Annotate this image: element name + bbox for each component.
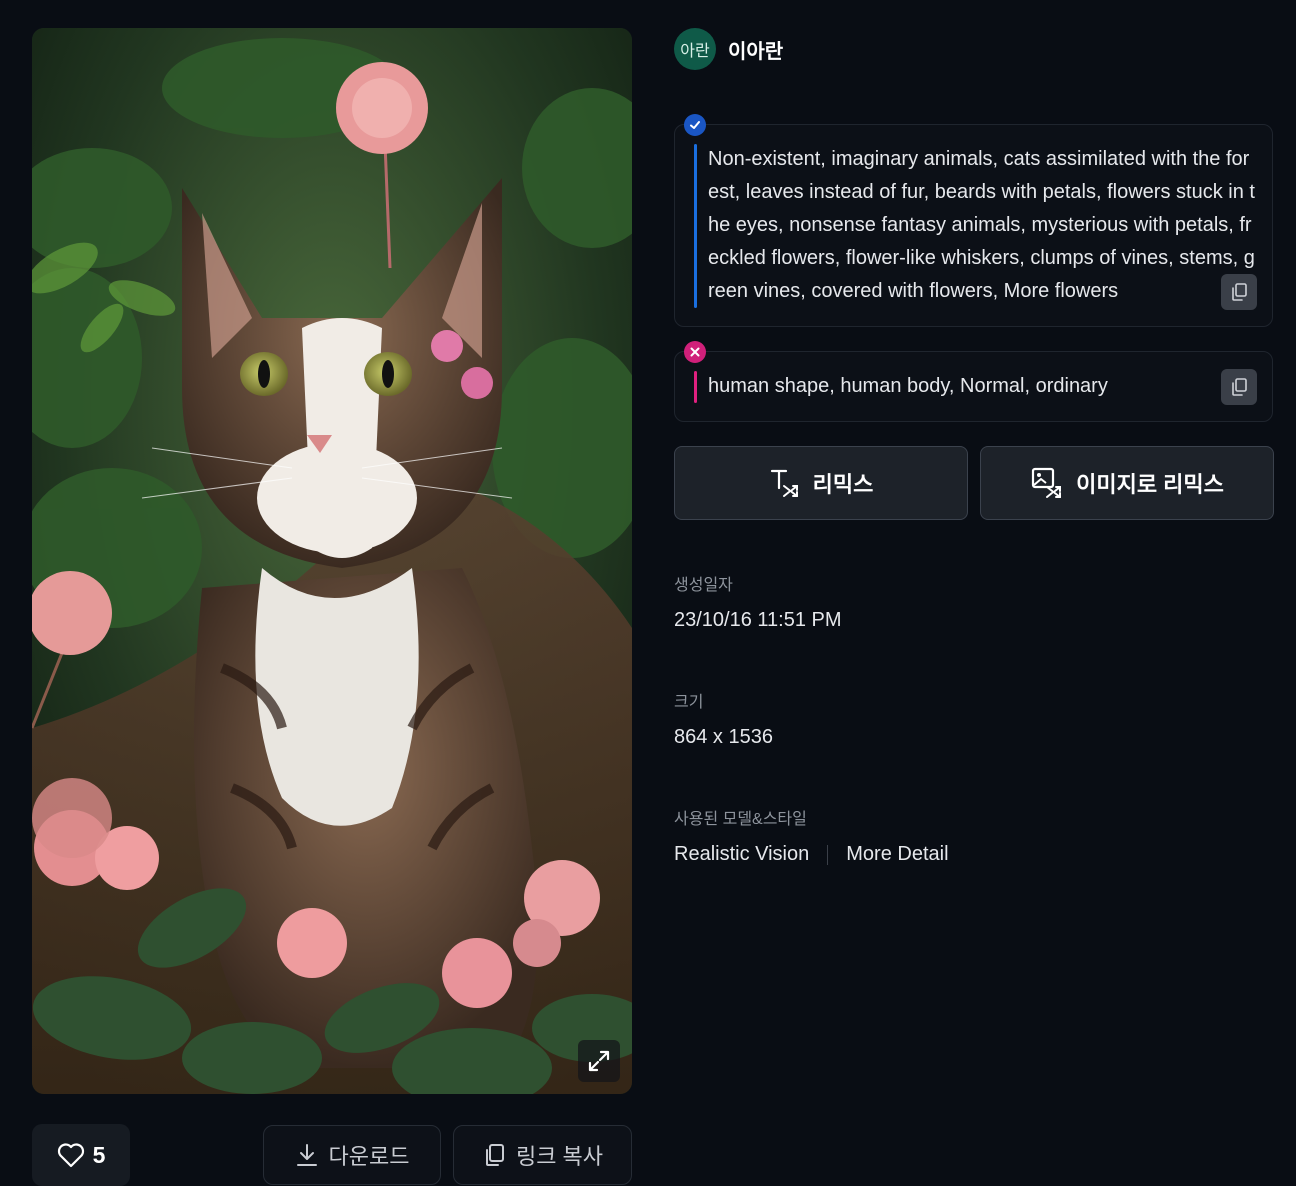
- prompt-accent-bar: [694, 144, 697, 308]
- negative-prompt-box: human shape, human body, Normal, ordinar…: [674, 341, 1273, 422]
- download-button[interactable]: 다운로드: [263, 1125, 441, 1185]
- check-icon: [690, 121, 700, 129]
- remix-label: 리믹스: [812, 472, 874, 497]
- size-label: 크기: [674, 694, 704, 711]
- author-name[interactable]: 이아란: [728, 35, 783, 64]
- negative-prompt-text: human shape, human body, Normal, ordinar…: [708, 375, 1108, 397]
- remix-button[interactable]: 리믹스: [674, 446, 968, 520]
- positive-prompt-box: Non-existent, imaginary animals, cats as…: [674, 114, 1273, 327]
- check-badge: [684, 114, 706, 136]
- copy-link-label: 링크 복사: [515, 1144, 604, 1169]
- size-value: 864 x 1536: [674, 726, 773, 748]
- created-date-value: 23/10/16 11:51 PM: [674, 609, 842, 631]
- like-count: 5: [92, 1141, 106, 1168]
- positive-prompt-text: Non-existent, imaginary animals, cats as…: [708, 148, 1255, 302]
- expand-icon: [588, 1050, 610, 1072]
- model-link-more-detail[interactable]: More Detail: [846, 843, 948, 866]
- cat-image-illustration: [32, 28, 632, 1094]
- text-remix-icon: [770, 469, 798, 497]
- image-remix-button[interactable]: 이미지로 리믹스: [980, 446, 1274, 520]
- x-badge: [684, 341, 706, 363]
- close-icon: [690, 347, 700, 357]
- copy-negative-prompt-button[interactable]: [1221, 369, 1257, 405]
- model-link-realistic-vision[interactable]: Realistic Vision: [674, 843, 809, 866]
- image-remix-icon: [1031, 467, 1062, 498]
- model-style-label: 사용된 모델&스타일: [674, 811, 807, 828]
- like-button[interactable]: 5: [32, 1124, 130, 1186]
- generated-image[interactable]: [32, 28, 632, 1094]
- heart-icon: [57, 1143, 84, 1168]
- copy-icon: [1232, 378, 1247, 396]
- copy-icon: [1232, 283, 1247, 301]
- model-divider: [827, 844, 829, 865]
- author-info[interactable]: 아란 이아란: [674, 28, 783, 70]
- download-label: 다운로드: [328, 1144, 410, 1169]
- image-remix-label: 이미지로 리믹스: [1076, 472, 1224, 497]
- negative-accent-bar: [694, 371, 697, 403]
- copy-link-button[interactable]: 링크 복사: [453, 1125, 632, 1185]
- expand-button[interactable]: [578, 1040, 620, 1082]
- avatar[interactable]: 아란: [674, 28, 716, 70]
- download-icon: [296, 1144, 317, 1166]
- copy-prompt-button[interactable]: [1221, 274, 1257, 310]
- model-style-list: Realistic Vision More Detail: [674, 843, 949, 866]
- copy-icon: [485, 1144, 504, 1166]
- created-date-label: 생성일자: [674, 577, 733, 594]
